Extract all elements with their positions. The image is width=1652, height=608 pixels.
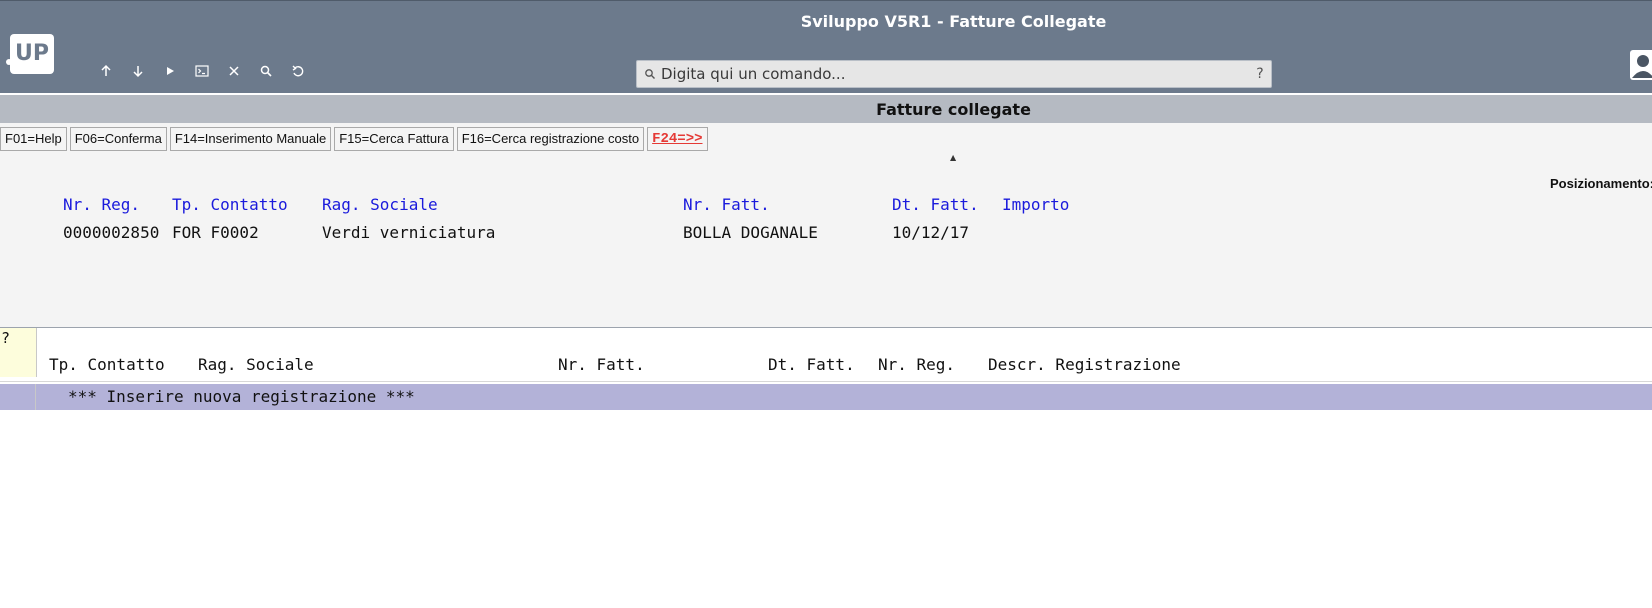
label-nr-fatt: Nr. Fatt. xyxy=(683,195,770,214)
col-dt-fatt: Dt. Fatt. xyxy=(768,355,855,374)
screen-title: Fatture collegate xyxy=(876,100,1031,119)
logo-dot xyxy=(6,59,12,65)
header-panel: F01=Help F06=Conferma F14=Inserimento Ma… xyxy=(0,123,1652,328)
user-icon xyxy=(1632,55,1652,78)
positioning-label: Posizionamento: xyxy=(1549,176,1652,191)
fkey-f16-cerca-registrazione[interactable]: F16=Cerca registrazione costo xyxy=(456,127,645,151)
label-tp-contatto: Tp. Contatto xyxy=(172,195,288,214)
value-dt-fatt: 10/12/17 xyxy=(892,223,970,242)
value-tp-contatto: FOR F0002 xyxy=(172,223,259,242)
command-input[interactable] xyxy=(661,65,1249,83)
user-avatar[interactable] xyxy=(1630,50,1652,80)
help-icon[interactable]: ? xyxy=(1249,66,1271,82)
toolbar xyxy=(90,63,314,79)
label-rag-sociale: Rag. Sociale xyxy=(322,195,438,214)
search-icon xyxy=(645,69,655,79)
fkey-f14-inserimento[interactable]: F14=Inserimento Manuale xyxy=(169,127,332,151)
undo-icon[interactable] xyxy=(282,63,314,79)
selection-prompt: ? xyxy=(1,329,11,347)
fkey-f06-conferma[interactable]: F06=Conferma xyxy=(69,127,167,151)
label-nr-reg: Nr. Reg. xyxy=(63,195,141,214)
value-rag-sociale: Verdi verniciatura xyxy=(322,223,496,242)
fkey-f01-help[interactable]: F01=Help xyxy=(0,127,67,151)
window-title: Sviluppo V5R1 - Fatture Collegate xyxy=(800,12,1107,31)
label-importo: Importo xyxy=(1002,195,1070,214)
close-icon[interactable] xyxy=(218,63,250,79)
function-keys: F01=Help F06=Conferma F14=Inserimento Ma… xyxy=(0,127,708,151)
col-nr-reg: Nr. Reg. xyxy=(878,355,956,374)
col-rag-sociale: Rag. Sociale xyxy=(198,355,314,374)
fkey-f15-cerca-fattura[interactable]: F15=Cerca Fattura xyxy=(334,127,454,151)
arrow-down-icon[interactable] xyxy=(122,63,154,79)
col-tp-contatto: Tp. Contatto xyxy=(49,355,165,374)
list-item-text: *** Inserire nuova registrazione *** xyxy=(68,387,415,406)
col-descr-registrazione: Descr. Registrazione xyxy=(988,355,1181,374)
play-icon[interactable] xyxy=(154,63,186,79)
app-logo[interactable]: UP xyxy=(10,34,54,74)
selection-column[interactable]: ? xyxy=(0,328,37,377)
app-header: Sviluppo V5R1 - Fatture Collegate UP ? xyxy=(0,0,1652,93)
screen-title-bar: Fatture collegate xyxy=(0,95,1652,123)
col-nr-fatt: Nr. Fatt. xyxy=(558,355,645,374)
list-item-select-cell[interactable] xyxy=(0,384,36,410)
arrow-up-icon[interactable] xyxy=(90,63,122,79)
value-nr-fatt: BOLLA DOGANALE xyxy=(683,223,818,242)
value-nr-reg: 0000002850 xyxy=(63,223,160,242)
command-search[interactable]: ? xyxy=(636,60,1272,88)
list-item[interactable]: *** Inserire nuova registrazione *** xyxy=(0,384,1652,410)
fkey-f24-more[interactable]: F24=>> xyxy=(647,127,708,151)
label-dt-fatt: Dt. Fatt. xyxy=(892,195,979,214)
list-header-divider xyxy=(0,381,1652,382)
collapse-caret-icon[interactable]: ▲ xyxy=(950,153,956,162)
terminal-icon[interactable] xyxy=(186,63,218,79)
search-icon[interactable] xyxy=(250,63,282,79)
